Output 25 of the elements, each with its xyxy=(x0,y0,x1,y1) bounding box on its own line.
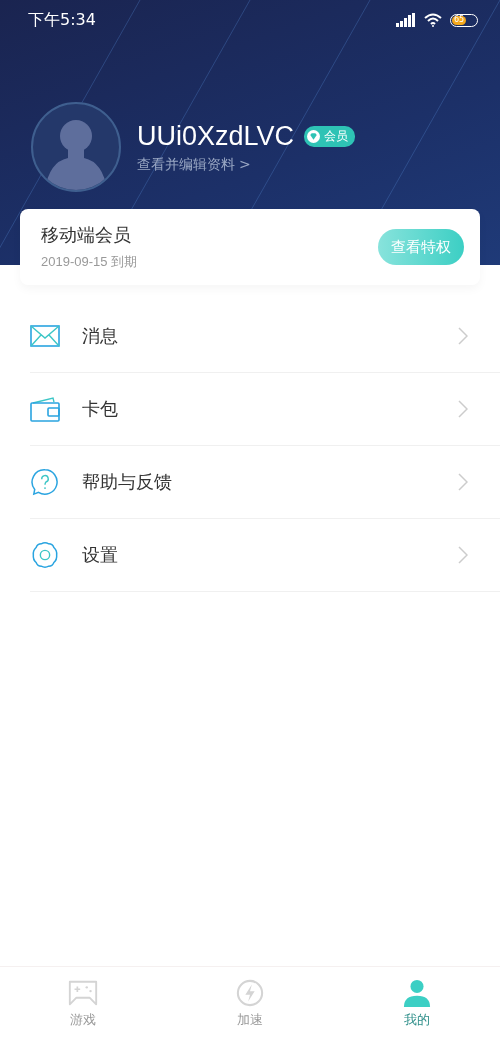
member-badge: 会员 xyxy=(304,125,356,147)
menu-item[interactable]: 设置 xyxy=(30,519,500,592)
edit-profile-link[interactable]: 查看并编辑资料 > xyxy=(137,155,356,174)
username: UUi0XzdLVC xyxy=(137,120,295,152)
membership-title: 移动端会员 xyxy=(41,223,132,247)
status-time: 下午5:34 xyxy=(28,9,97,31)
nav-tab[interactable]: 我的 xyxy=(333,967,500,1040)
chevron-icon xyxy=(458,400,468,418)
gamepad-icon xyxy=(67,978,100,1007)
help-icon xyxy=(30,468,60,496)
menu-item[interactable]: 帮助与反馈 xyxy=(30,446,500,519)
chevron-icon xyxy=(458,473,468,491)
wifi-icon xyxy=(424,13,442,27)
chevron-icon xyxy=(458,327,468,345)
envelope-icon xyxy=(30,322,60,350)
expiry-date: 2019-09-15 到期 xyxy=(41,253,139,271)
nav-tab[interactable]: 游戏 xyxy=(0,967,167,1040)
chevron-icon xyxy=(458,546,468,564)
menu-item[interactable]: 消息 xyxy=(30,300,500,373)
menu-item[interactable]: 卡包 xyxy=(30,373,500,446)
signal-icon xyxy=(396,13,416,27)
lightning-icon xyxy=(234,978,266,1007)
nav-tab[interactable]: 加速 xyxy=(166,967,334,1040)
settings-icon xyxy=(30,541,60,569)
wallet-icon xyxy=(30,395,60,423)
